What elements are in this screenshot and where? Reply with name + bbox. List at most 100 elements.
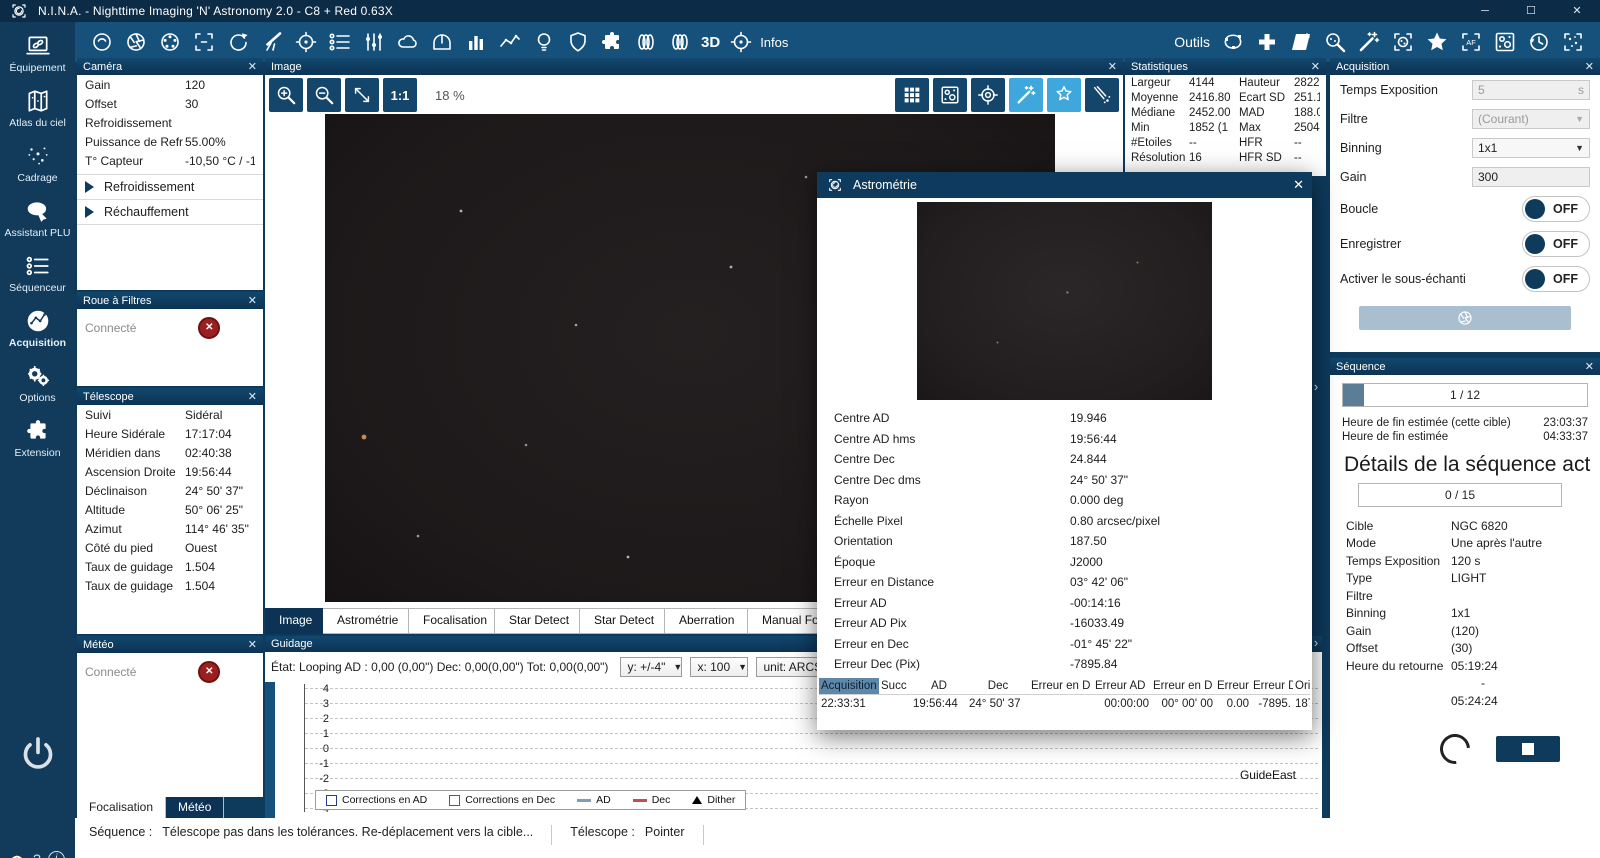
safety-shield-icon[interactable] <box>561 25 595 59</box>
column-header[interactable]: AD <box>911 678 967 694</box>
sidebar-item-cadrage[interactable]: Cadrage <box>0 135 75 190</box>
table-row[interactable]: 22:33:31 19:56:44 24° 50' 37 00:00:00 00… <box>819 695 1310 713</box>
stop-sequence-button[interactable] <box>1496 735 1560 762</box>
column-header[interactable]: Erreur en D <box>1151 678 1215 694</box>
sequence-list-icon[interactable] <box>323 25 357 59</box>
auto-stretch-wand-icon[interactable] <box>1009 78 1043 112</box>
eye-icon[interactable] <box>8 852 26 858</box>
fit-image-icon[interactable] <box>345 78 379 112</box>
close-icon[interactable]: ✕ <box>248 390 257 403</box>
plugin-puzzle-icon[interactable] <box>595 25 629 59</box>
warming-expander[interactable]: Réchauffement <box>77 199 263 225</box>
close-icon[interactable]: ✕ <box>248 60 257 73</box>
column-header[interactable]: Succ <box>879 678 911 694</box>
close-button[interactable]: ✕ <box>1554 0 1600 22</box>
x-scale-dropdown[interactable]: x: 100 ▼ <box>690 657 749 677</box>
tab-focalisation[interactable]: Focalisation <box>409 608 495 634</box>
wand-icon[interactable] <box>1352 25 1386 59</box>
close-icon[interactable]: ✕ <box>1585 360 1594 373</box>
sidebar-item-options[interactable]: Options <box>0 355 75 410</box>
star-icon[interactable] <box>1420 25 1454 59</box>
weather-cloud-icon[interactable] <box>391 25 425 59</box>
tab-astrometrie[interactable]: Astrométrie <box>323 608 409 634</box>
shutter-icon[interactable] <box>119 25 153 59</box>
telescope-icon[interactable] <box>255 25 289 59</box>
close-icon[interactable]: ✕ <box>1311 60 1320 73</box>
telescope-status-label: Télescope : <box>570 825 635 839</box>
subsample-toggle[interactable]: OFF <box>1522 266 1590 292</box>
capture-button[interactable] <box>1359 306 1571 330</box>
disc-stack-icon[interactable] <box>629 25 663 59</box>
close-icon[interactable]: ✕ <box>1293 177 1304 193</box>
maximize-button[interactable]: ☐ <box>1508 0 1554 22</box>
tab-aberration[interactable]: Aberration <box>665 608 748 634</box>
dialog-title-bar[interactable]: Astrométrie ✕ <box>817 172 1312 198</box>
autofocus-frame-icon[interactable]: AF <box>1454 25 1488 59</box>
column-header[interactable]: Erreur en D <box>1029 678 1093 694</box>
disc-stack2-icon[interactable] <box>663 25 697 59</box>
exposure-input[interactable]: 5s <box>1472 80 1590 100</box>
rotator-icon[interactable] <box>221 25 255 59</box>
flat-panel-icon[interactable] <box>527 25 561 59</box>
close-icon[interactable]: ✕ <box>248 294 257 307</box>
help-icon[interactable]: ? <box>33 851 41 858</box>
one-to-one-button[interactable]: 1:1 <box>383 78 417 112</box>
sidebar-item-acquisition[interactable]: Acquisition <box>0 300 75 355</box>
guider-icon[interactable] <box>289 25 323 59</box>
y-scale-dropdown[interactable]: y: +/-4" ▼ <box>620 657 683 677</box>
crosshair-toggle-icon[interactable] <box>971 78 1005 112</box>
star-detection-toggle-icon[interactable] <box>933 78 967 112</box>
tab-focalisation[interactable]: Focalisation <box>77 797 167 819</box>
save-toggle[interactable]: OFF <box>1522 231 1590 257</box>
column-header[interactable]: Orienta <box>1293 678 1310 694</box>
plus-cross-icon[interactable] <box>1250 25 1284 59</box>
tab-meteo[interactable]: Météo <box>166 797 225 819</box>
focuser-icon[interactable] <box>187 25 221 59</box>
switch-icon[interactable] <box>357 25 391 59</box>
star-frame-icon[interactable] <box>1556 25 1590 59</box>
3d-button[interactable]: 3D <box>701 34 720 51</box>
histogram-icon[interactable] <box>459 25 493 59</box>
camera-icon[interactable] <box>85 25 119 59</box>
gain-input[interactable]: 300 <box>1472 167 1590 187</box>
dome-icon[interactable] <box>425 25 459 59</box>
star-detection-icon[interactable] <box>1488 25 1522 59</box>
zoom-in-icon[interactable] <box>269 78 303 112</box>
sidebar-item-sequenceur[interactable]: Séquenceur <box>0 245 75 300</box>
power-button[interactable] <box>0 734 75 779</box>
sidebar-item-assistant-plu[interactable]: Assistant PLU <box>0 190 75 245</box>
close-icon[interactable]: ✕ <box>248 638 257 651</box>
sidebar-item-atlas[interactable]: Atlas du ciel <box>0 80 75 135</box>
history-clock-icon[interactable] <box>1522 25 1556 59</box>
minimize-button[interactable]: ─ <box>1462 0 1508 22</box>
info-icon[interactable]: i <box>47 850 65 858</box>
infos-label[interactable]: Infos <box>760 35 788 50</box>
loop-toggle[interactable]: OFF <box>1522 196 1590 222</box>
column-header[interactable]: Dec <box>967 678 1029 694</box>
cooling-expander[interactable]: Refroidissement <box>77 174 263 199</box>
column-header[interactable]: Erreur AD <box>1093 678 1151 694</box>
infos-target-icon[interactable] <box>724 25 758 59</box>
sidebar-item-extension[interactable]: Extension <box>0 410 75 465</box>
lasso-icon[interactable] <box>1216 25 1250 59</box>
tab-star-detect-2[interactable]: Star Detect <box>580 608 665 634</box>
filter-dropdown[interactable]: (Courant) ▼ <box>1472 109 1590 129</box>
filter-wheel-icon[interactable] <box>153 25 187 59</box>
graph-icon[interactable] <box>493 25 527 59</box>
magnifier-icon[interactable] <box>1318 25 1352 59</box>
star-analysis-icon[interactable] <box>1047 78 1081 112</box>
close-icon[interactable]: ✕ <box>1108 60 1117 73</box>
column-header[interactable]: Erreur A <box>1215 678 1251 694</box>
tab-image[interactable]: Image <box>265 608 323 634</box>
column-header[interactable]: Erreur D <box>1251 678 1293 694</box>
close-icon[interactable]: ✕ <box>1585 60 1594 73</box>
column-header[interactable]: Acquisition <box>819 678 879 694</box>
sidebar-item-equipement[interactable]: Équipement <box>0 22 75 80</box>
grid-toggle-icon[interactable] <box>895 78 929 112</box>
binning-dropdown[interactable]: 1x1 ▼ <box>1472 138 1590 158</box>
zoom-out-icon[interactable] <box>307 78 341 112</box>
plate-solve-icon[interactable] <box>1085 78 1119 112</box>
flat-wizard-icon[interactable] <box>1284 25 1318 59</box>
tab-star-detect-1[interactable]: Star Detect <box>495 608 580 634</box>
framing-circle-icon[interactable] <box>1386 25 1420 59</box>
